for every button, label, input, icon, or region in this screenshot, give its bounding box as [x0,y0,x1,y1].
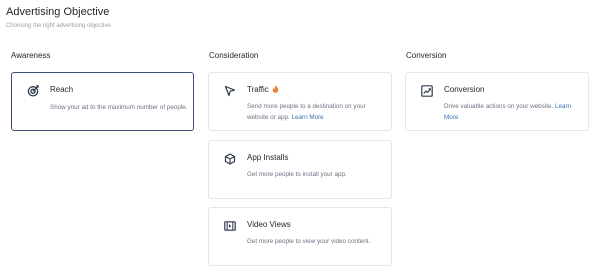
card-title: Video Views [247,220,291,229]
card-title: Traffic [247,85,269,94]
learn-more-link[interactable]: Learn More [291,114,323,121]
card-title: Reach [50,85,74,94]
page-subtitle: Choosing the right advertising objective [6,23,111,29]
card-description: Show your ad to the maximum number of pe… [50,104,188,111]
column-title-consideration: Consideration [209,51,259,60]
objective-card-reach[interactable]: Reach Show your ad to the maximum number… [11,72,194,131]
column-title-conversion: Conversion [406,51,447,60]
hot-icon [272,85,279,93]
chart-up-icon [421,85,433,97]
objective-card-conversion[interactable]: Conversion Drive valuable actions on you… [405,72,589,131]
page-title: Advertising Objective [6,6,110,18]
cube-icon [224,153,236,165]
card-description: Drive valuable actions on your website. … [444,101,579,123]
card-description-text: Drive valuable actions on your website. [444,103,554,110]
objective-card-video-views[interactable]: Video Views Get more people to view your… [208,207,392,266]
objective-card-app-installs[interactable]: App Installs Get more people to install … [208,140,392,199]
objective-card-traffic[interactable]: Traffic Send more people to a destinatio… [208,72,392,131]
card-title: Conversion [444,85,485,94]
film-icon [224,220,236,232]
card-title: App Installs [247,153,289,162]
card-title-row: Traffic [247,85,279,95]
card-description: Get more people to install your app. [247,171,347,178]
page-header: Advertising Objective Choosing the right… [6,5,111,30]
column-title-awareness: Awareness [11,51,51,60]
card-description: Get more people to view your video conte… [247,238,371,245]
card-description: Send more people to a destination on you… [247,101,387,123]
cursor-arrow-icon [224,85,236,97]
target-icon [27,85,39,97]
